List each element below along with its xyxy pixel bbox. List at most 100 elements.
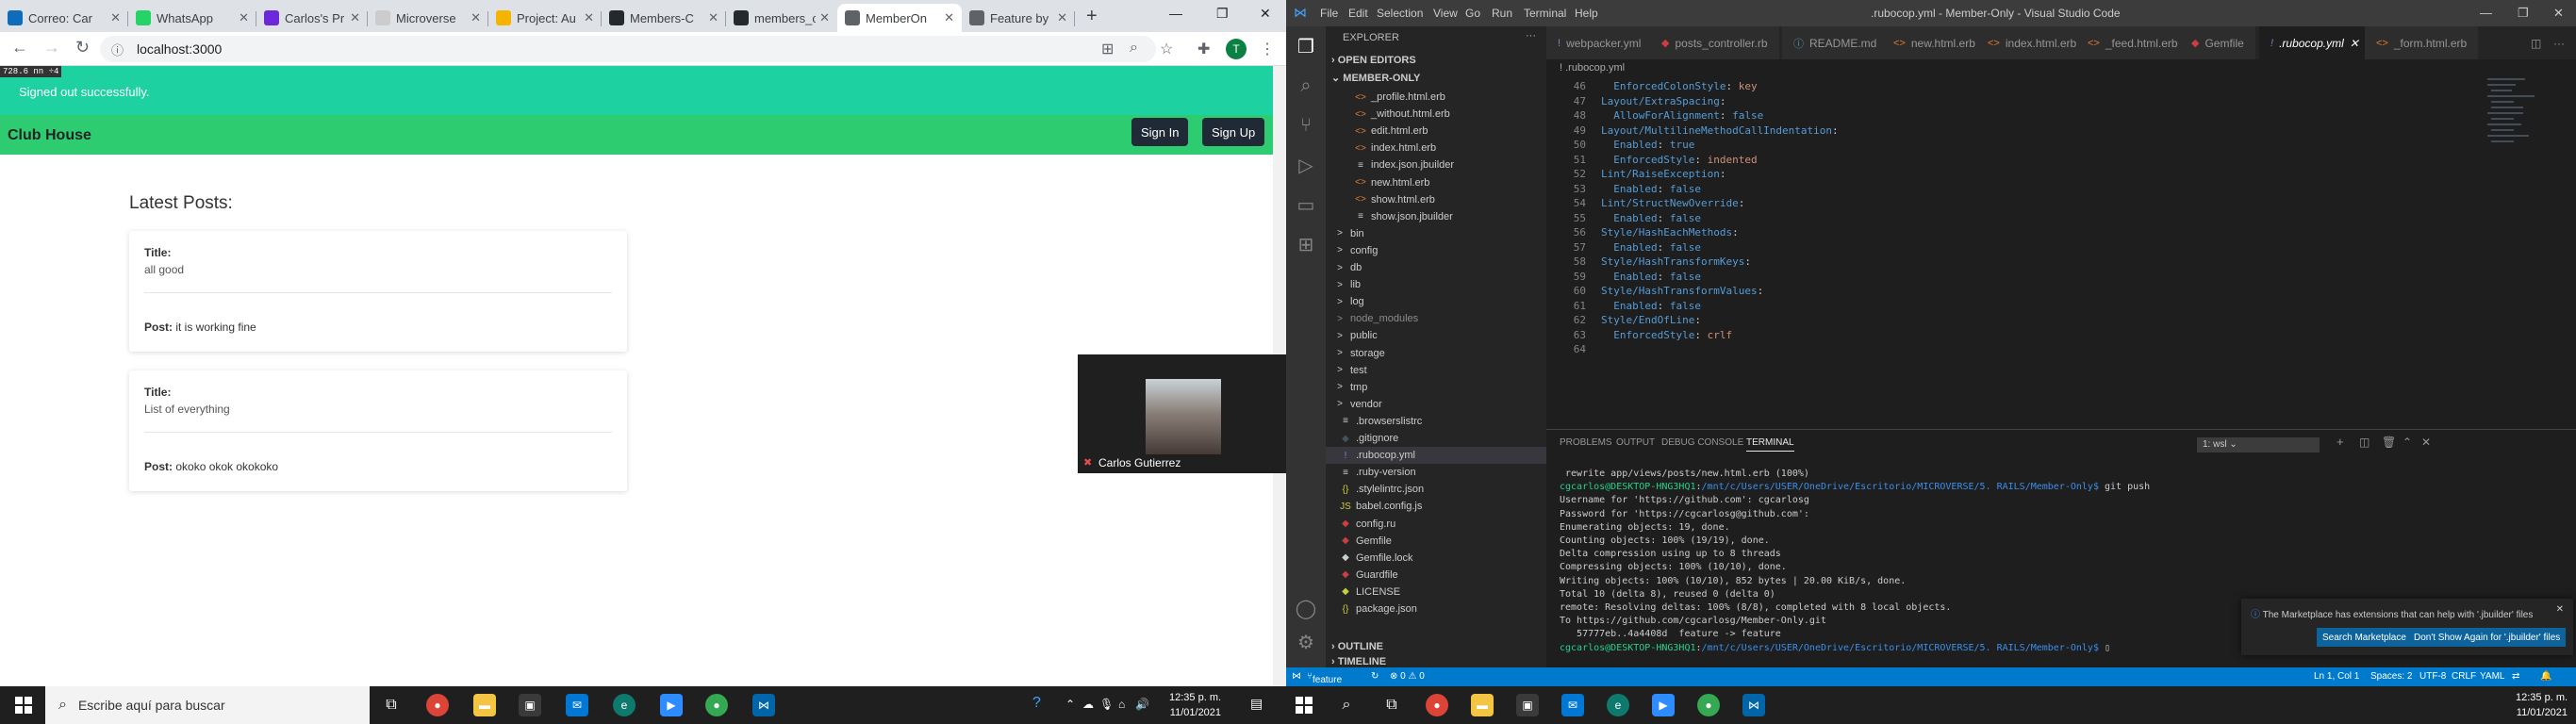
menu-edit[interactable]: Edit: [1348, 7, 1368, 20]
editor-tab[interactable]: <> new.html.erb: [1882, 26, 1988, 59]
search-icon[interactable]: ⌕: [1335, 694, 1358, 716]
project-section[interactable]: ⌄ MEMBER-ONLY: [1331, 72, 1420, 84]
panel-tab-terminal[interactable]: TERMINAL: [1746, 437, 1794, 452]
sync-icon[interactable]: ↻: [1371, 671, 1379, 682]
file-item[interactable]: <> index.html.erb: [1326, 140, 1546, 156]
file-item[interactable]: {} .stylelintrc.json: [1326, 481, 1546, 498]
chrome-menu-icon[interactable]: ⋮: [1260, 40, 1275, 58]
sign-in-button[interactable]: Sign In: [1131, 118, 1189, 146]
windows-start-icon[interactable]: [15, 697, 32, 714]
browser-tab[interactable]: Correo: Car ✕: [0, 4, 128, 32]
search-marketplace-button[interactable]: Search Marketplace: [2317, 628, 2412, 647]
file-item[interactable]: ◆ Gemfile.lock: [1326, 550, 1546, 567]
run-debug-icon[interactable]: ▷: [1294, 153, 1318, 177]
browser-tab[interactable]: Carlos's Pr ✕: [256, 4, 368, 32]
taskbar-search[interactable]: ⌕ Escribe aquí para buscar: [45, 686, 370, 724]
mail-icon[interactable]: ✉: [1561, 694, 1584, 716]
tray-up-icon[interactable]: ⌃: [1065, 698, 1075, 711]
menu-view[interactable]: View: [1433, 7, 1458, 20]
maximize-icon[interactable]: ❐: [2518, 6, 2529, 21]
panel-tab-problems[interactable]: PROBLEMS: [1560, 437, 1612, 448]
close-panel-icon[interactable]: ✕: [2421, 436, 2431, 449]
maximize-panel-icon[interactable]: ⌃: [2403, 436, 2412, 449]
maximize-icon[interactable]: ❐: [1216, 6, 1229, 22]
extensions-icon[interactable]: ✚: [1197, 40, 1210, 58]
source-control-icon[interactable]: ⑂: [1294, 113, 1318, 138]
back-icon[interactable]: ←: [11, 38, 28, 58]
more-actions-icon[interactable]: ···: [1526, 30, 1536, 41]
dont-show-again-button[interactable]: Don't Show Again for '.jbuilder' files: [2408, 628, 2567, 647]
breadcrumb[interactable]: ! .rubocop.yml: [1546, 59, 2576, 78]
help-icon[interactable]: ?: [1032, 695, 1041, 712]
folder-item[interactable]: > log: [1326, 293, 1546, 310]
chrome-taskbar-icon[interactable]: ●: [1426, 694, 1448, 716]
more-actions-icon[interactable]: ···: [2550, 26, 2569, 59]
folder-item[interactable]: > public: [1326, 327, 1546, 344]
menu-selection[interactable]: Selection: [1377, 7, 1423, 20]
file-item[interactable]: <> _without.html.erb: [1326, 106, 1546, 123]
browser-tab[interactable]: MemberOn ✕: [837, 4, 962, 32]
cursor-position[interactable]: Ln 1, Col 1: [2314, 671, 2359, 682]
chrome-alt-icon[interactable]: ●: [1697, 694, 1720, 716]
file-item[interactable]: <> _profile.html.erb: [1326, 89, 1546, 106]
windows-start-icon[interactable]: [1296, 697, 1313, 714]
file-item[interactable]: ≡ index.json.jbuilder: [1326, 156, 1546, 173]
network-icon[interactable]: ⌂: [1118, 698, 1125, 711]
file-item[interactable]: <> show.html.erb: [1326, 191, 1546, 208]
video-call-tile[interactable]: ✖ Carlos Gutierrez: [1078, 354, 1286, 473]
folder-item[interactable]: > lib: [1326, 276, 1546, 293]
open-editors-section[interactable]: › OPEN EDITORS: [1331, 55, 1416, 66]
menu-help[interactable]: Help: [1575, 7, 1598, 20]
menu-run[interactable]: Run: [1492, 7, 1512, 20]
editor-tab[interactable]: ! .rubocop.yml ✕: [2259, 26, 2371, 59]
zoom-icon[interactable]: ⌕: [1130, 40, 1138, 57]
store-icon[interactable]: ▣: [519, 694, 541, 716]
profile-avatar[interactable]: T: [1226, 39, 1247, 59]
brand-link[interactable]: Club House: [8, 127, 91, 144]
file-item[interactable]: ≡ .browserslistrc: [1326, 413, 1546, 430]
search-icon[interactable]: ⌕: [1294, 74, 1318, 98]
timeline-section[interactable]: › TIMELINE: [1331, 656, 1386, 667]
close-tab-icon[interactable]: ✕: [584, 10, 594, 25]
bookmark-star-icon[interactable]: ☆: [1160, 40, 1173, 58]
minimap[interactable]: [2487, 78, 2563, 429]
folder-item[interactable]: > config: [1326, 242, 1546, 259]
minimize-icon[interactable]: —: [1169, 6, 1182, 21]
encoding[interactable]: UTF-8: [2419, 671, 2446, 682]
close-window-icon[interactable]: ✕: [2553, 6, 2564, 21]
close-tab-icon[interactable]: ✕: [110, 10, 121, 25]
close-tab-icon[interactable]: ✕: [819, 10, 830, 25]
folder-item[interactable]: > test: [1326, 362, 1546, 379]
reload-icon[interactable]: ↻: [75, 38, 90, 58]
file-item[interactable]: ≡ .ruby-version: [1326, 464, 1546, 481]
file-item[interactable]: JS babel.config.js: [1326, 498, 1546, 515]
editor-tab[interactable]: <> index.html.erb: [1976, 26, 2089, 59]
folder-item[interactable]: > vendor: [1326, 396, 1546, 413]
edge-icon[interactable]: e: [613, 694, 636, 716]
vscode-taskbar-icon[interactable]: ⋈: [752, 694, 775, 716]
taskbar-clock[interactable]: 12:35 p. m. 11/01/2021: [2516, 690, 2568, 720]
account-icon[interactable]: ◯: [1294, 596, 1318, 620]
folder-item[interactable]: > tmp: [1326, 379, 1546, 396]
cloud-icon[interactable]: ☁: [1082, 698, 1094, 711]
file-item[interactable]: ◆ config.ru: [1326, 516, 1546, 533]
browser-tab[interactable]: Feature by ✕: [962, 4, 1075, 32]
browser-tab[interactable]: Project: Au ✕: [488, 4, 602, 32]
close-tab-icon[interactable]: ✕: [944, 10, 954, 25]
remote-explorer-icon[interactable]: ▭: [1294, 192, 1318, 217]
chrome-alt-icon[interactable]: ●: [705, 694, 728, 716]
explorer-icon[interactable]: ❐: [1294, 34, 1318, 58]
language-mode[interactable]: YAML: [2480, 671, 2505, 682]
browser-tab[interactable]: Microverse ✕: [368, 4, 488, 32]
split-editor-icon[interactable]: ◫: [2527, 26, 2547, 59]
branch-indicator[interactable]: ⑂ feature: [1307, 671, 1342, 685]
browser-tab[interactable]: WhatsApp ✕: [128, 4, 256, 32]
indentation[interactable]: Spaces: 2: [2370, 671, 2412, 682]
file-item[interactable]: {} package.json: [1326, 601, 1546, 617]
editor-tab[interactable]: <> _form.html.erb: [2365, 26, 2480, 59]
browser-tab[interactable]: members_c ✕: [726, 4, 837, 32]
terminal-output[interactable]: rewrite app/views/posts/new.html.erb (10…: [1560, 468, 2150, 655]
browser-tab[interactable]: Members-C ✕: [602, 4, 726, 32]
zoom-app-icon[interactable]: ▶: [1652, 694, 1675, 716]
problems-indicator[interactable]: ⊗ 0 ⚠ 0: [1390, 671, 1425, 682]
